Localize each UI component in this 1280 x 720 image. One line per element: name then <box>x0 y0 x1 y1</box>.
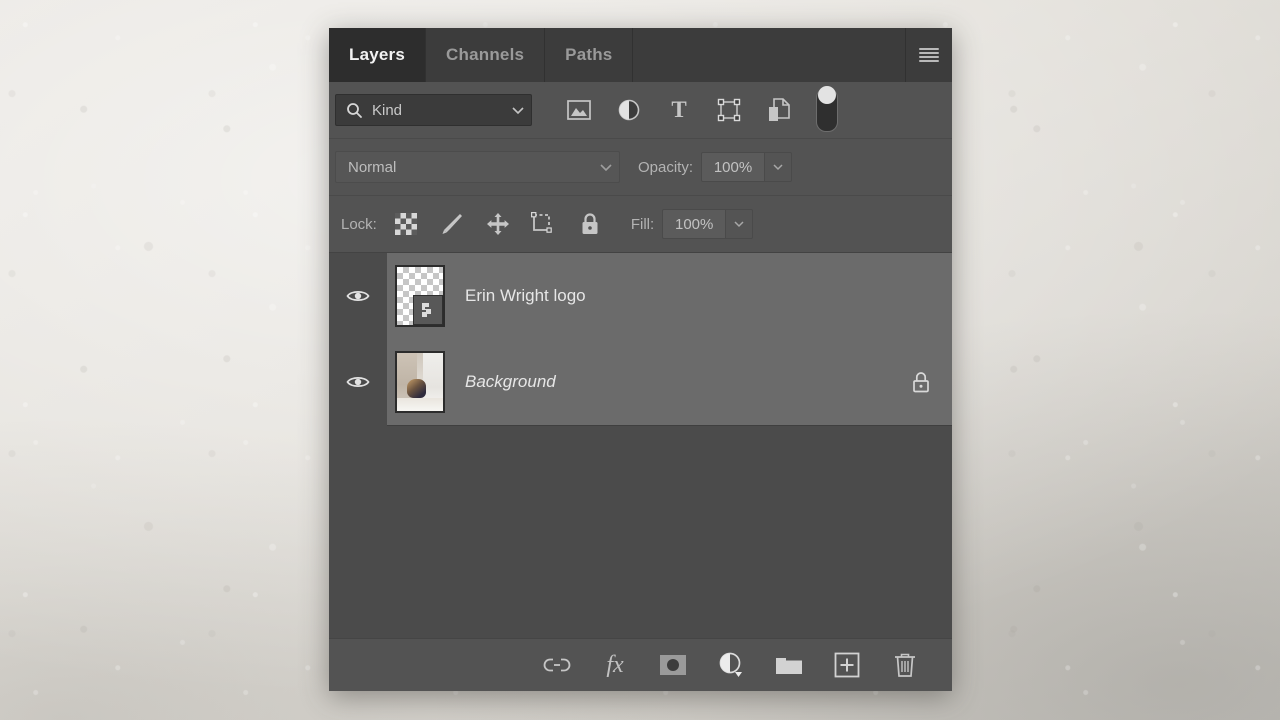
filter-type-icons: T <box>554 86 838 132</box>
lock-options <box>383 207 613 241</box>
fx-icon: fx <box>606 651 624 678</box>
fill-dropdown-button[interactable] <box>726 210 753 238</box>
layer-style-button[interactable]: fx <box>598 648 632 682</box>
delete-layer-button[interactable] <box>888 648 922 682</box>
layers-bottom-toolbar: fx <box>329 638 952 691</box>
layers-panel: Layers Channels Paths Kind T Normal Opac… <box>329 28 952 691</box>
move-arrows-icon <box>486 212 510 236</box>
opacity-dropdown-button[interactable] <box>765 153 792 181</box>
panel-tab-bar: Layers Channels Paths <box>329 28 952 82</box>
toggle-knob-icon <box>818 86 836 104</box>
lock-transparent-pixels[interactable] <box>383 207 429 241</box>
layer-name[interactable]: Erin Wright logo <box>465 286 934 306</box>
layer-list: Erin Wright logo Background <box>329 253 952 638</box>
artboard-icon <box>530 212 557 236</box>
lock-artboard-nesting[interactable] <box>521 207 567 241</box>
lock-position[interactable] <box>475 207 521 241</box>
eye-icon <box>346 374 370 390</box>
shape-bounding-box-icon <box>717 98 741 122</box>
blend-mode-value: Normal <box>348 158 397 176</box>
thumbnail-floor <box>397 397 443 411</box>
pixel-layer-filter[interactable] <box>554 93 604 127</box>
fill-label: Fill: <box>630 215 655 233</box>
chevron-down-icon <box>772 163 784 171</box>
opacity-input[interactable]: 100% <box>702 153 766 181</box>
filter-enable-toggle[interactable] <box>816 86 838 132</box>
layer-visibility-toggle[interactable] <box>329 253 387 339</box>
text-t-icon: T <box>671 97 687 122</box>
lock-all[interactable] <box>567 207 613 241</box>
image-icon <box>567 100 591 120</box>
new-adjustment-layer-button[interactable] <box>714 648 748 682</box>
opacity-control: 100% <box>701 152 793 182</box>
chain-link-icon <box>543 656 571 674</box>
adjustment-layer-filter[interactable] <box>604 93 654 127</box>
tab-bar-filler <box>633 28 906 82</box>
fill-control: 100% <box>662 209 754 239</box>
tab-paths-label: Paths <box>565 45 613 64</box>
lock-image-pixels[interactable] <box>429 207 475 241</box>
chevron-down-icon <box>733 220 745 228</box>
desktop-background: Layers Channels Paths Kind T Normal Opac… <box>0 0 1280 720</box>
layer-locked-indicator[interactable] <box>908 370 934 394</box>
padlock-icon <box>911 370 931 394</box>
mask-icon <box>659 654 687 676</box>
smart-object-icon <box>767 97 791 123</box>
shape-layer-filter[interactable] <box>704 93 754 127</box>
trash-icon <box>893 652 917 678</box>
chevron-down-icon <box>511 105 525 115</box>
layer-thumbnail[interactable] <box>395 264 445 327</box>
hamburger-menu-icon <box>919 48 939 62</box>
tab-channels[interactable]: Channels <box>426 28 546 82</box>
layer-row-body[interactable]: Background <box>387 338 952 426</box>
padlock-icon <box>580 212 600 236</box>
eye-icon <box>346 288 370 304</box>
chevron-down-icon <box>599 162 613 172</box>
plus-square-icon <box>834 652 860 678</box>
half-circle-icon <box>617 98 641 122</box>
panel-menu-button[interactable] <box>906 28 952 82</box>
layer-name[interactable]: Background <box>465 372 908 392</box>
layer-row-body[interactable]: Erin Wright logo <box>387 253 952 340</box>
logo-glyph-icon <box>413 294 443 325</box>
folder-icon <box>775 654 803 676</box>
layer-filter-bar: Kind T <box>329 82 952 139</box>
new-group-button[interactable] <box>772 648 806 682</box>
half-circle-icon <box>717 651 745 679</box>
thumbnail-figure <box>407 379 427 398</box>
lock-bar: Lock: Fill: 100% <box>329 196 952 253</box>
tab-channels-label: Channels <box>446 45 525 64</box>
tab-layers-label: Layers <box>349 45 406 64</box>
filter-kind-select[interactable]: Kind <box>335 94 532 126</box>
layer-thumbnail[interactable] <box>395 350 445 413</box>
layer-visibility-toggle[interactable] <box>329 339 387 425</box>
fill-input[interactable]: 100% <box>663 210 727 238</box>
filter-kind-value: Kind <box>372 101 403 119</box>
blend-mode-select[interactable]: Normal <box>335 151 620 183</box>
table-row[interactable]: Background <box>329 338 952 426</box>
smart-object-filter[interactable] <box>754 93 804 127</box>
add-layer-mask-button[interactable] <box>656 648 690 682</box>
tab-paths[interactable]: Paths <box>545 28 634 82</box>
checkerboard-icon <box>394 213 417 235</box>
blend-mode-bar: Normal Opacity: 100% <box>329 139 952 196</box>
search-icon <box>346 102 363 119</box>
new-layer-button[interactable] <box>830 648 864 682</box>
tab-layers[interactable]: Layers <box>329 28 427 82</box>
lock-label: Lock: <box>341 215 377 233</box>
opacity-label: Opacity: <box>638 158 694 176</box>
type-layer-filter[interactable]: T <box>654 93 704 127</box>
brush-icon <box>440 212 464 236</box>
link-layers-button[interactable] <box>540 648 574 682</box>
table-row[interactable]: Erin Wright logo <box>329 253 952 340</box>
